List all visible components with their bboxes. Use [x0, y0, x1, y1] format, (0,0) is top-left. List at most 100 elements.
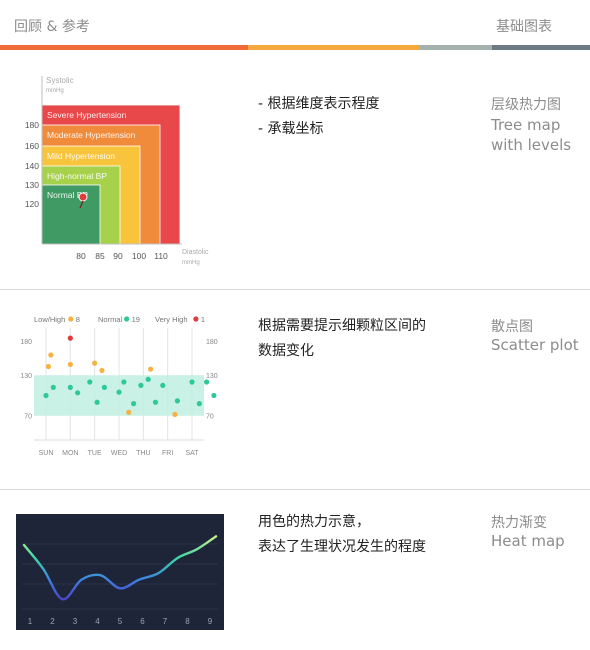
scatter-y-tick-left: 180	[20, 339, 32, 346]
scatter-y-tick-left: 70	[24, 413, 32, 420]
section1-title-en-line: with levels	[491, 136, 572, 154]
treemap-y-tick: 120	[25, 199, 39, 209]
treemap-level-label: Severe Hypertension	[47, 110, 127, 120]
treemap-y-tick: 140	[25, 161, 39, 171]
scatter-point	[121, 379, 127, 385]
scatter-point	[94, 399, 100, 405]
scatter-y-tick-right: 180	[206, 339, 218, 346]
heatmap-background	[16, 514, 224, 630]
scatter-point	[87, 379, 93, 385]
scatter-legend-dot	[193, 316, 199, 322]
scatter-x-tick: SAT	[185, 450, 199, 457]
heatmap-x-tick: 3	[73, 617, 78, 626]
section3-desc-line: 表达了生理状况发生的程度	[258, 539, 426, 555]
section1-title-en-line: Tree map	[491, 116, 561, 134]
scatter-point	[204, 379, 210, 385]
treemap-yunit: mmHg	[46, 88, 64, 94]
scatter-legend-count: 19	[132, 315, 140, 324]
section3-title-en-line: Heat map	[491, 532, 565, 550]
treemap-chart: Systolic mmHg Severe Hypertension Moderat…	[25, 76, 209, 266]
scatter-legend-count: 8	[76, 315, 80, 324]
header-bar-gray	[420, 45, 492, 50]
section1-desc-line: - 根据维度表示程度	[258, 96, 380, 112]
scatter-legend-count: 1	[201, 315, 205, 324]
treemap-x-tick: 100	[132, 251, 146, 261]
scatter-point	[172, 411, 178, 417]
divider	[0, 489, 590, 490]
section2-desc-line: 根据需要提示细颗粒区间的	[258, 318, 426, 334]
section3-desc-line: 用色的热力示意，	[258, 514, 370, 530]
section2-title-en-line: Scatter plot	[491, 336, 579, 354]
scatter-point	[43, 392, 49, 399]
scatter-point	[145, 376, 151, 382]
scatter-chart: Low/High 8 Normal 19 Very High 1 180 180 130 130…	[20, 315, 218, 457]
scatter-x-tick: WED	[111, 450, 127, 457]
scatter-legend-label: Normal	[98, 315, 123, 324]
section3-title-cn: 热力渐变	[491, 515, 547, 531]
scatter-y-tick-left: 130	[20, 373, 32, 380]
scatter-y-tick-right: 70	[206, 413, 214, 420]
scatter-point	[126, 409, 132, 415]
scatter-point	[189, 379, 195, 385]
heatmap-x-tick: 2	[50, 617, 55, 626]
scatter-point	[92, 360, 98, 366]
scatter-x-tick: MON	[62, 450, 78, 457]
treemap-y-tick: 130	[25, 180, 39, 190]
scatter-point	[174, 398, 180, 404]
section3-title-en: Heat map	[491, 531, 565, 551]
section3-description: 用色的热力示意， 表达了生理状况发生的程度	[258, 510, 426, 560]
scatter-x-tick: SUN	[39, 450, 54, 457]
scatter-y-tick-right: 130	[206, 373, 218, 380]
treemap-ylabel: Systolic	[46, 76, 74, 85]
section1-description: - 根据维度表示程度 - 承载坐标	[258, 92, 380, 142]
header-category: 基础图表	[496, 19, 552, 35]
scatter-legend-dot	[68, 316, 74, 322]
scatter-point	[67, 335, 73, 341]
heatmap-x-tick: 6	[140, 617, 145, 626]
scatter-point	[196, 401, 202, 407]
section2-desc-line: 数据变化	[258, 343, 314, 359]
treemap-y-tick: 180	[25, 120, 39, 130]
scatter-point	[148, 366, 154, 372]
treemap-xlabel: Diastolic	[182, 249, 209, 256]
heatmap-x-tick: 7	[163, 617, 168, 626]
divider	[0, 289, 590, 290]
heatmap-line-chart: 1 2 3 4 5 6 7 8 9	[16, 514, 224, 630]
heatmap-x-tick: 4	[95, 617, 100, 626]
scatter-point	[101, 384, 107, 390]
scatter-x-tick: TUE	[88, 450, 102, 457]
section2-title-cn: 散点图	[491, 319, 533, 335]
scatter-point	[67, 361, 73, 368]
scatter-x-tick: THU	[136, 450, 150, 457]
section1-desc-line: - 承载坐标	[258, 121, 324, 137]
treemap-x-tick: 85	[95, 251, 105, 261]
heatmap-x-tick: 1	[28, 617, 33, 626]
section2-description: 根据需要提示细颗粒区间的 数据变化	[258, 314, 426, 364]
section1-title-cn: 层级热力图	[491, 97, 561, 113]
scatter-legend-label: Low/High	[34, 315, 65, 324]
section1-title-en: Tree map with levels	[491, 115, 571, 155]
treemap-y-tick: 160	[25, 141, 39, 151]
treemap-xunit: mmHg	[182, 260, 200, 266]
scatter-point	[99, 367, 105, 374]
scatter-legend-dot	[124, 316, 130, 322]
treemap-x-tick: 110	[154, 251, 168, 261]
scatter-point	[45, 363, 52, 370]
heatmap-x-tick: 5	[118, 617, 123, 626]
scatter-point	[131, 401, 137, 407]
scatter-legend-label: Very High	[155, 315, 188, 324]
header-title: 回顾 & 参考	[14, 19, 90, 35]
scatter-point	[160, 382, 166, 388]
scatter-point	[75, 390, 81, 396]
heatmap-x-tick: 9	[208, 617, 213, 626]
header-bar-slate	[492, 45, 590, 50]
treemap-level-label: Mild Hypertension	[47, 151, 115, 161]
scatter-point	[67, 384, 73, 390]
normal-range-band	[34, 375, 204, 416]
header-bar-orange	[0, 45, 248, 50]
header: 回顾 & 参考 基础图表	[0, 0, 590, 46]
scatter-point	[48, 352, 54, 358]
section2-title-en: Scatter plot	[491, 335, 579, 355]
header-bar-yellow	[248, 45, 420, 50]
scatter-point	[116, 389, 122, 395]
